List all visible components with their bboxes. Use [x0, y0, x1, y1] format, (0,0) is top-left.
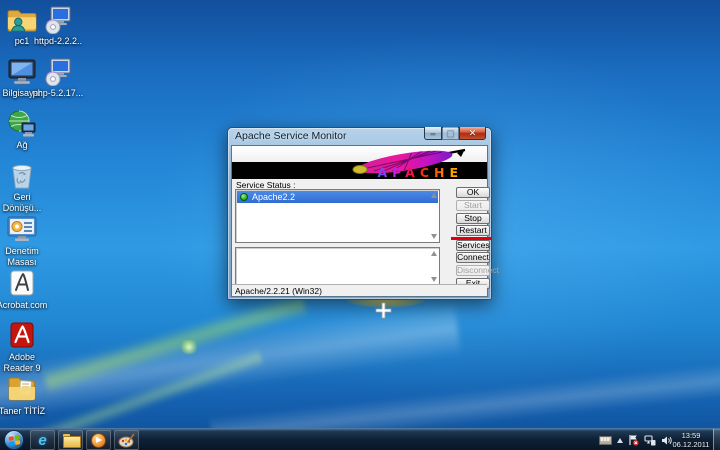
connect-button[interactable]: Connect — [456, 252, 490, 263]
service-name: Apache2.2 — [252, 192, 295, 202]
scroll-down-icon[interactable] — [431, 234, 437, 239]
apache-logo-text: APACHE — [377, 165, 463, 180]
windows-logo-icon — [9, 435, 21, 447]
scroll-up-icon[interactable] — [431, 193, 437, 198]
taskbar-item-internet-explorer[interactable]: e — [30, 430, 55, 450]
desktop-icon-label: php-5.2.17... — [30, 88, 86, 99]
status-message-list[interactable] — [235, 247, 440, 286]
network-globe-icon — [6, 110, 38, 138]
desktop-icon-label: httpd-2.2.2.. — [30, 36, 86, 47]
recycle-bin-icon — [6, 162, 38, 190]
desktop-icon-control-panel[interactable]: Denetim Masası — [0, 216, 50, 267]
action-center-icon[interactable] — [628, 434, 639, 446]
desktop-icon-network[interactable]: Ağ — [0, 110, 50, 151]
taskbar-item-paint[interactable] — [114, 430, 139, 450]
window-body: APACHE Service Status : Apache2.2 OK Sta… — [231, 145, 488, 297]
taskbar: e — [0, 428, 720, 450]
show-hidden-icons-button[interactable] — [617, 438, 623, 443]
service-list[interactable]: Apache2.2 — [235, 189, 440, 243]
folder-icon — [63, 434, 79, 446]
restart-highlight-annotation — [451, 237, 491, 240]
taskbar-clock[interactable]: 13:59 06.12.2011 — [671, 431, 711, 450]
window-title: Apache Service Monitor — [235, 128, 346, 145]
input-indicator-icon[interactable] — [599, 436, 612, 445]
desktop-icon-label: Acrobat.com — [0, 300, 50, 311]
desktop-icon-label: Ağ — [0, 140, 50, 151]
services-button[interactable]: Services — [456, 240, 490, 251]
desktop-icon-label: Adobe Reader 9 — [0, 352, 50, 373]
wallpaper-sparkle — [180, 340, 198, 354]
paint-icon — [118, 433, 135, 448]
start-button[interactable] — [4, 430, 24, 450]
network-icon[interactable] — [644, 435, 656, 446]
service-running-icon — [240, 193, 248, 201]
disconnect-button: Disconnect — [456, 265, 490, 276]
scroll-up-icon[interactable] — [431, 251, 437, 256]
desktop-icon-adobe-reader[interactable]: Adobe Reader 9 — [0, 322, 50, 373]
control-panel-icon — [6, 216, 38, 244]
desktop-icon-recycle-bin[interactable]: Geri Dönüşü... — [0, 162, 50, 213]
wallpaper-green-streak — [42, 291, 308, 395]
stop-button[interactable]: Stop — [456, 213, 490, 224]
window-status-bar: Apache/2.2.21 (Win32) — [232, 284, 487, 296]
service-list-item-selected[interactable]: Apache2.2 — [237, 191, 438, 203]
desktop-icon-httpd-installer[interactable]: httpd-2.2.2.. — [30, 6, 86, 47]
taskbar-item-windows-explorer[interactable] — [58, 430, 83, 450]
ok-button[interactable]: OK — [456, 187, 490, 198]
desktop-icon-acrobat-com[interactable]: Acrobat.com — [0, 270, 50, 311]
clock-time: 13:59 — [671, 431, 711, 440]
restart-button[interactable]: Restart — [456, 225, 490, 236]
scroll-down-icon[interactable] — [431, 277, 437, 282]
desktop-icon-label: Geri Dönüşü... — [0, 192, 50, 213]
internet-explorer-icon: e — [38, 433, 46, 448]
show-desktop-button[interactable] — [713, 429, 720, 450]
taskbar-item-media-player[interactable] — [86, 430, 111, 450]
adobe-reader-icon — [6, 322, 38, 350]
installer-icon — [42, 58, 74, 86]
media-player-icon — [91, 433, 106, 448]
acrobat-icon — [6, 270, 38, 298]
maximize-button: ▢ — [442, 127, 459, 140]
clock-date: 06.12.2011 — [671, 440, 711, 449]
desktop-icon-user-folder[interactable]: Taner TİTİZ — [0, 376, 50, 417]
system-tray — [599, 429, 672, 450]
desktop-icon-php-installer[interactable]: php-5.2.17... — [30, 58, 86, 99]
window-titlebar[interactable]: Apache Service Monitor – ▢ ✕ — [231, 128, 488, 145]
minimize-button[interactable]: – — [424, 127, 442, 140]
folder-icon — [6, 376, 38, 404]
apache-service-monitor-window: Apache Service Monitor – ▢ ✕ APACHE — [227, 127, 492, 300]
close-button[interactable]: ✕ — [459, 127, 486, 140]
start-button: Start — [456, 200, 490, 211]
desktop-icon-label: Taner TİTİZ — [0, 406, 50, 417]
installer-icon — [42, 6, 74, 34]
desktop-icon-label: Denetim Masası — [0, 246, 50, 267]
wallpaper-light-streak — [0, 300, 461, 428]
